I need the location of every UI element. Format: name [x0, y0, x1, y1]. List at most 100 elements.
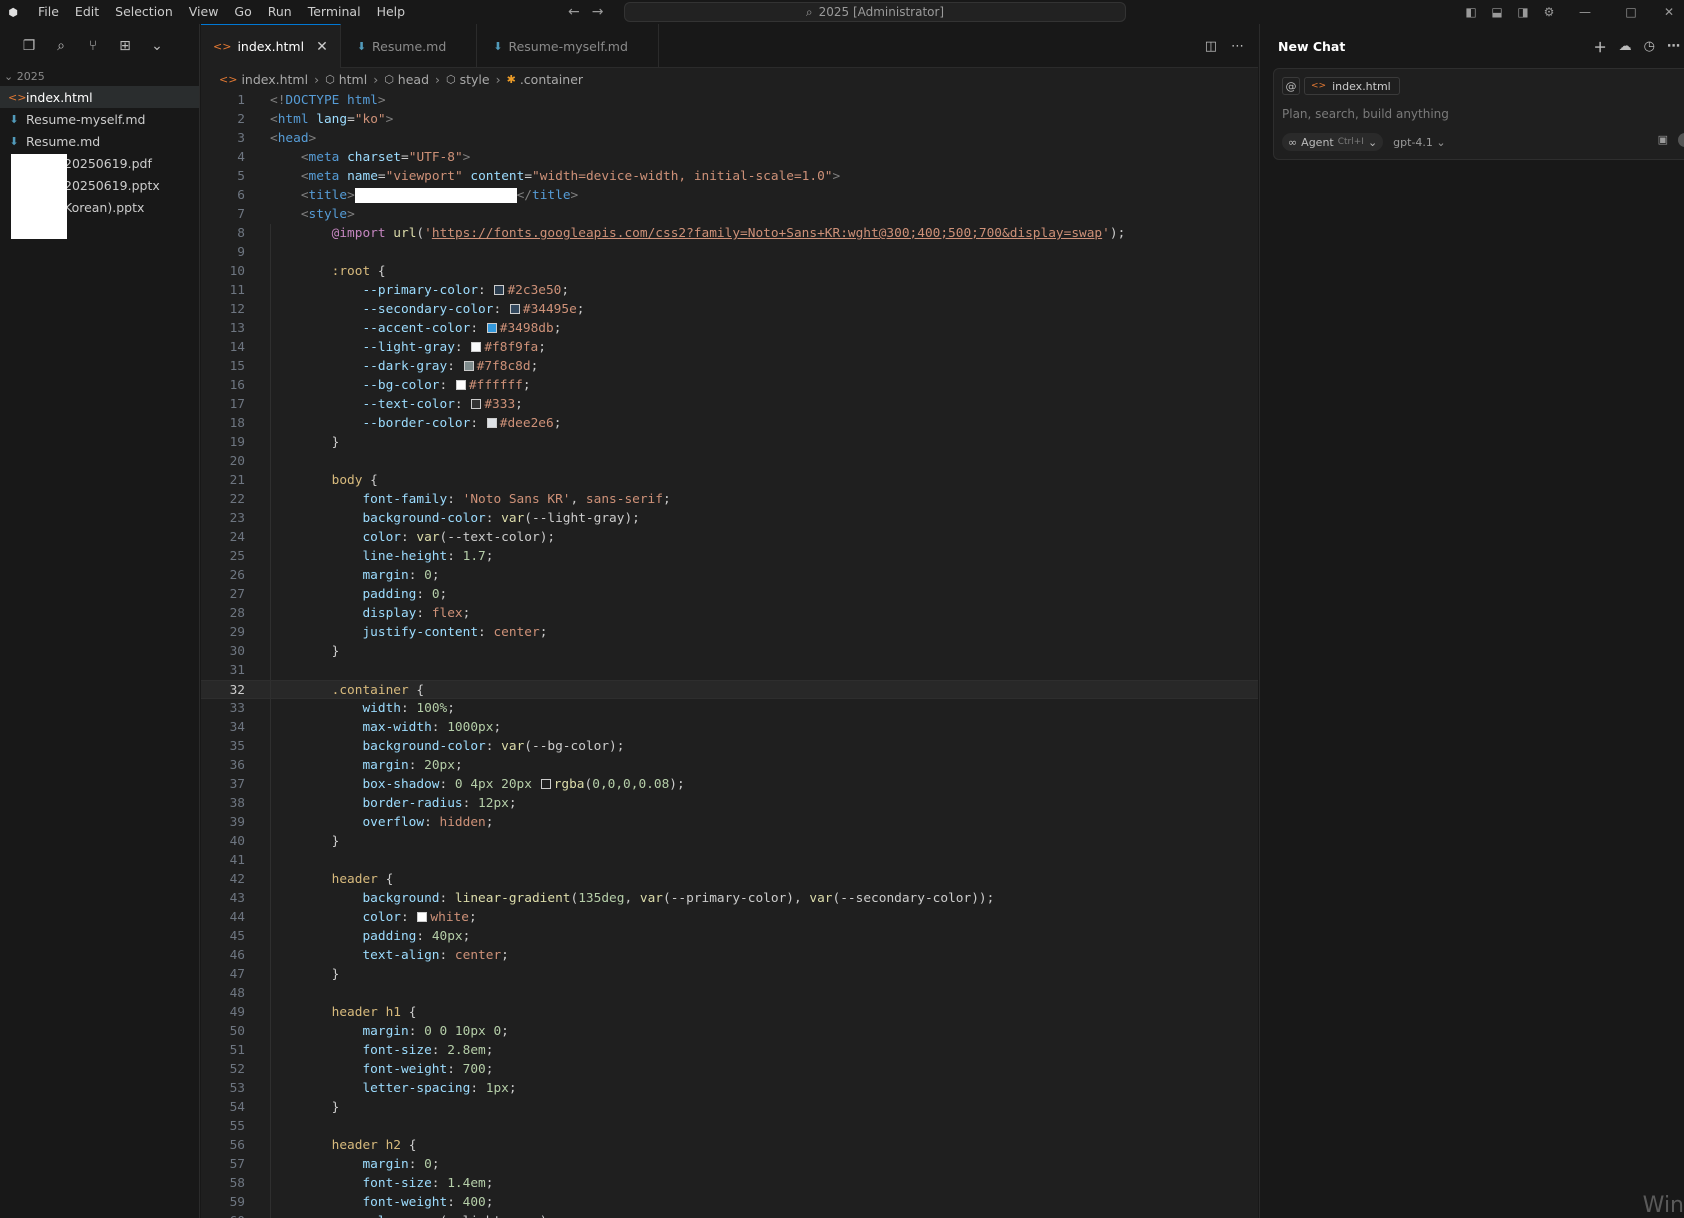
cloud-icon[interactable]: ☁ [1619, 39, 1632, 54]
source-control-icon[interactable]: ⑂ [82, 35, 104, 57]
close-tab-icon[interactable]: ✕ [316, 39, 328, 55]
code-line[interactable]: 41 [201, 851, 1258, 870]
more-actions-icon[interactable]: ⋯ [1231, 39, 1244, 54]
file-item-resume-md[interactable]: ⬇ Resume.md [0, 130, 199, 152]
menu-help[interactable]: Help [369, 0, 414, 24]
menu-view[interactable]: View [181, 0, 227, 24]
code-line[interactable]: 11 --primary-color: #2c3e50; [201, 281, 1258, 300]
at-mention-icon[interactable]: @ [1282, 77, 1300, 95]
color-swatch[interactable] [455, 380, 466, 390]
extensions-icon[interactable]: ⊞ [114, 35, 136, 57]
menu-file[interactable]: File [30, 0, 67, 24]
color-swatch[interactable] [417, 912, 428, 922]
close-window-icon[interactable]: ✕ [1654, 0, 1684, 24]
code-line[interactable]: 39 overflow: hidden; [201, 813, 1258, 832]
command-center[interactable]: ⌕ 2025 [Administrator] [624, 2, 1126, 22]
code-line[interactable]: 33 width: 100%; [201, 699, 1258, 718]
code-line[interactable]: 37 box-shadow: 0 4px 20px rgba(0,0,0,0.0… [201, 775, 1258, 794]
code-line[interactable]: 59 font-weight: 400; [201, 1193, 1258, 1212]
code-line[interactable]: 55 [201, 1117, 1258, 1136]
toggle-panel-icon[interactable]: ⬓ [1484, 0, 1510, 24]
code-line[interactable]: 60 color: var(--light-gray); [201, 1212, 1258, 1218]
agent-mode-select[interactable]: ∞ Agent Ctrl+I ⌄ [1282, 133, 1384, 151]
code-line[interactable]: 26 margin: 0; [201, 566, 1258, 585]
code-line[interactable]: 2 <html lang="ko"> [201, 110, 1258, 129]
code-line[interactable]: 35 background-color: var(--bg-color); [201, 737, 1258, 756]
tab-resume-md[interactable]: ⬇ Resume.md [341, 24, 478, 68]
code-editor[interactable]: 1 <!DOCTYPE html> 2 <html lang="ko"> 3 <head>… [201, 91, 1258, 1218]
code-line[interactable]: 58 font-size: 1.4em; [201, 1174, 1258, 1193]
chat-input-box[interactable]: @ <> index.html Plan, search, build anyt… [1273, 68, 1684, 160]
color-swatch[interactable] [463, 361, 474, 371]
code-line[interactable]: 32 .container { [201, 680, 1258, 699]
code-line[interactable]: 16 --bg-color: #ffffff; [201, 376, 1258, 395]
chat-input-placeholder[interactable]: Plan, search, build anything [1282, 107, 1449, 121]
code-line[interactable]: 57 margin: 0; [201, 1155, 1258, 1174]
code-line[interactable]: 9 [201, 243, 1258, 262]
color-swatch[interactable] [540, 779, 551, 789]
code-line[interactable]: 45 padding: 40px; [201, 927, 1258, 946]
forward-arrow-icon[interactable]: → [592, 0, 604, 24]
color-swatch[interactable] [494, 285, 505, 295]
code-line[interactable]: 12 --secondary-color: #34495e; [201, 300, 1258, 319]
code-line[interactable]: 46 text-align: center; [201, 946, 1258, 965]
code-line[interactable]: 28 display: flex; [201, 604, 1258, 623]
breadcrumb-item[interactable]: .container [520, 72, 583, 87]
breadcrumb-item[interactable]: html [339, 72, 367, 87]
code-line[interactable]: 56 header h2 { [201, 1136, 1258, 1155]
code-line[interactable]: 52 font-weight: 700; [201, 1060, 1258, 1079]
code-line[interactable]: 1 <!DOCTYPE html> [201, 91, 1258, 110]
code-line[interactable]: 48 [201, 984, 1258, 1003]
toggle-primary-sidebar-icon[interactable]: ◧ [1458, 0, 1484, 24]
breadcrumb-item[interactable]: head [398, 72, 429, 87]
code-line[interactable]: 42 header { [201, 870, 1258, 889]
code-line[interactable]: 44 color: white; [201, 908, 1258, 927]
file-item-resume-myself-md[interactable]: ⬇ Resume-myself.md [0, 108, 199, 130]
color-swatch[interactable] [486, 323, 497, 333]
code-line[interactable]: 36 margin: 20px; [201, 756, 1258, 775]
code-line[interactable]: 29 justify-content: center; [201, 623, 1258, 642]
code-line[interactable]: 38 border-radius: 12px; [201, 794, 1258, 813]
settings-gear-icon[interactable]: ⚙ [1536, 0, 1562, 24]
code-line[interactable]: 13 --accent-color: #3498db; [201, 319, 1258, 338]
code-line[interactable]: 22 font-family: 'Noto Sans KR', sans-ser… [201, 490, 1258, 509]
toggle-secondary-sidebar-icon[interactable]: ◨ [1510, 0, 1536, 24]
code-line[interactable]: 23 background-color: var(--light-gray); [201, 509, 1258, 528]
image-icon[interactable]: ▣ [1658, 133, 1668, 147]
code-line[interactable]: 30 } [201, 642, 1258, 661]
code-line[interactable]: 49 header h1 { [201, 1003, 1258, 1022]
back-arrow-icon[interactable]: ← [568, 0, 580, 24]
code-line[interactable]: 43 background: linear-gradient(135deg, v… [201, 889, 1258, 908]
code-line[interactable]: 7 <style> [201, 205, 1258, 224]
code-line[interactable]: 47 } [201, 965, 1258, 984]
code-line[interactable]: 5 <meta name="viewport" content="width=d… [201, 167, 1258, 186]
color-swatch[interactable] [509, 304, 520, 314]
tab-index-html[interactable]: <> index.html ✕ [201, 24, 341, 68]
color-swatch[interactable] [471, 342, 482, 352]
code-line[interactable]: 53 letter-spacing: 1px; [201, 1079, 1258, 1098]
code-line[interactable]: 21 body { [201, 471, 1258, 490]
menu-run[interactable]: Run [260, 0, 300, 24]
code-line[interactable]: 31 [201, 661, 1258, 680]
split-editor-icon[interactable]: ◫ [1205, 39, 1217, 54]
workspace-folder[interactable]: ⌄ 2025 [0, 68, 199, 86]
model-select[interactable]: gpt-4.1 ⌄ [1393, 136, 1445, 149]
menu-terminal[interactable]: Terminal [300, 0, 369, 24]
code-line[interactable]: 8 @import url('https://fonts.googleapis.… [201, 224, 1258, 243]
file-item-index-html[interactable]: <> index.html [0, 86, 199, 108]
code-line[interactable]: 51 font-size: 2.8em; [201, 1041, 1258, 1060]
code-line[interactable]: 24 color: var(--text-color); [201, 528, 1258, 547]
menu-go[interactable]: Go [226, 0, 259, 24]
menu-selection[interactable]: Selection [107, 0, 181, 24]
code-line[interactable]: 25 line-height: 1.7; [201, 547, 1258, 566]
code-line[interactable]: 3 <head> [201, 129, 1258, 148]
tab-resume-myself-md[interactable]: ⬇ Resume-myself.md [477, 24, 659, 68]
menu-edit[interactable]: Edit [67, 0, 107, 24]
code-line[interactable]: 15 --dark-gray: #7f8c8d; [201, 357, 1258, 376]
color-swatch[interactable] [471, 399, 482, 409]
code-line[interactable]: 4 <meta charset="UTF-8"> [201, 148, 1258, 167]
code-line[interactable]: 50 margin: 0 0 10px 0; [201, 1022, 1258, 1041]
code-line[interactable]: 34 max-width: 1000px; [201, 718, 1258, 737]
context-file-chip[interactable]: <> index.html [1304, 77, 1400, 95]
send-icon[interactable] [1678, 133, 1684, 147]
